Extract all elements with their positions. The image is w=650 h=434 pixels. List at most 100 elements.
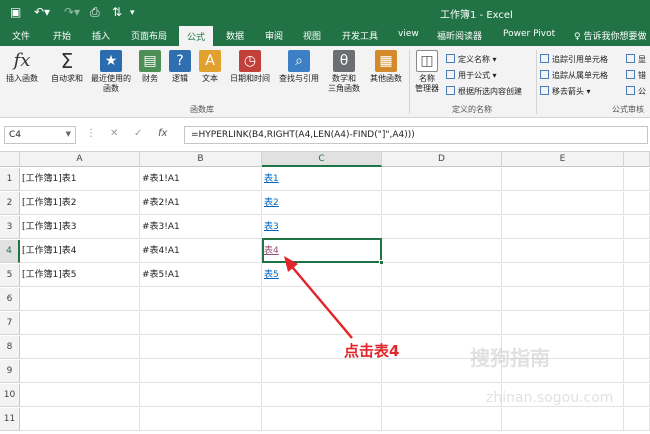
row-header[interactable]: 3 [0, 216, 20, 239]
logical-button[interactable]: ? 逻辑 [168, 50, 192, 84]
chevron-down-icon[interactable]: ▼ [66, 130, 71, 138]
cell-d[interactable] [382, 288, 502, 311]
cell-e[interactable] [502, 240, 624, 263]
cell-f[interactable] [624, 216, 650, 239]
tab-developer[interactable]: 开发工具 [342, 29, 378, 42]
row-header[interactable]: 1 [0, 168, 20, 191]
cell-b[interactable]: #表3!A1 [140, 216, 262, 239]
cell-e[interactable] [502, 168, 624, 191]
row-header[interactable]: 4 [0, 240, 20, 263]
cell-d[interactable] [382, 192, 502, 215]
cell-d[interactable] [382, 240, 502, 263]
cell-a[interactable] [20, 360, 140, 383]
cell-b[interactable] [140, 288, 262, 311]
show-formulas-button[interactable]: 显 [626, 54, 646, 65]
cell-e[interactable] [502, 216, 624, 239]
column-header-c[interactable]: C [262, 152, 382, 167]
cell-f[interactable] [624, 168, 650, 191]
datetime-button[interactable]: ◷ 日期和时间 [226, 50, 274, 84]
tab-view-en[interactable]: view [398, 29, 419, 39]
cell-d[interactable] [382, 264, 502, 287]
sort-icon[interactable]: ⇅ [112, 5, 122, 19]
use-in-formula-button[interactable]: 用于公式 ▾ [446, 70, 497, 81]
row-header[interactable]: 6 [0, 288, 20, 311]
cell-e[interactable] [502, 312, 624, 335]
cell-a[interactable]: [工作簿1]表3 [20, 216, 140, 239]
row-header[interactable]: 7 [0, 312, 20, 335]
cell-b[interactable]: #表2!A1 [140, 192, 262, 215]
recent-functions-button[interactable]: ★ 最近使用的 函数 [88, 50, 134, 94]
cell-a[interactable]: [工作簿1]表4 [20, 240, 140, 263]
cell-b[interactable]: #表5!A1 [140, 264, 262, 287]
cell-b[interactable]: #表4!A1 [140, 240, 262, 263]
cell-a[interactable] [20, 336, 140, 359]
tab-view[interactable]: 视图 [303, 29, 321, 42]
column-header-d[interactable]: D [382, 152, 502, 167]
cell-c[interactable]: 表1 [262, 168, 382, 191]
cell-a[interactable] [20, 288, 140, 311]
cell-a[interactable] [20, 312, 140, 335]
cell-c[interactable] [262, 384, 382, 407]
cell-f[interactable] [624, 336, 650, 359]
name-box[interactable]: C4 ▼ [4, 126, 76, 144]
redo-icon[interactable]: ↷▾ [64, 5, 80, 19]
trace-precedents-button[interactable]: 追踪引用单元格 [540, 54, 608, 65]
evaluate-formula-button[interactable]: 公 [626, 86, 646, 97]
cell-b[interactable] [140, 408, 262, 431]
cell-e[interactable] [502, 288, 624, 311]
row-header[interactable]: 9 [0, 360, 20, 383]
tab-review[interactable]: 审阅 [265, 29, 283, 42]
cell-d[interactable] [382, 408, 502, 431]
cell-a[interactable] [20, 408, 140, 431]
cell-f[interactable] [624, 264, 650, 287]
cancel-icon[interactable]: ✕ [110, 128, 118, 139]
remove-arrows-button[interactable]: 移去箭头 ▾ [540, 86, 591, 97]
cell-d[interactable] [382, 216, 502, 239]
cell-e[interactable] [502, 264, 624, 287]
hyperlink[interactable]: 表3 [264, 222, 279, 232]
tab-file[interactable]: 文件 [12, 29, 30, 42]
math-trig-button[interactable]: θ 数学和 三角函数 [326, 50, 362, 94]
cell-f[interactable] [624, 384, 650, 407]
cell-b[interactable]: #表1!A1 [140, 168, 262, 191]
cell-c[interactable]: 表3 [262, 216, 382, 239]
column-header-a[interactable]: A [20, 152, 140, 167]
lookup-button[interactable]: ⌕ 查找与引用 [276, 50, 322, 84]
cell-f[interactable] [624, 192, 650, 215]
row-header[interactable]: 2 [0, 192, 20, 215]
tab-home[interactable]: 开始 [53, 29, 71, 42]
autosum-button[interactable]: Σ 自动求和 [48, 50, 86, 84]
row-header[interactable]: 8 [0, 336, 20, 359]
cell-a[interactable]: [工作簿1]表5 [20, 264, 140, 287]
cell-c[interactable]: 表2 [262, 192, 382, 215]
cell-c[interactable] [262, 408, 382, 431]
cell-f[interactable] [624, 360, 650, 383]
tab-power-pivot[interactable]: Power Pivot [503, 29, 555, 39]
tab-insert[interactable]: 插入 [92, 29, 110, 42]
column-header-f[interactable] [624, 152, 650, 167]
insert-function-button[interactable]: fx 插入函数 [4, 50, 40, 84]
undo-icon[interactable]: ↶▾ [34, 5, 50, 19]
trace-dependents-button[interactable]: 追踪从属单元格 [540, 70, 608, 81]
cell-f[interactable] [624, 312, 650, 335]
define-name-button[interactable]: 定义名称 ▾ [446, 54, 497, 65]
financial-button[interactable]: ▤ 财务 [138, 50, 162, 84]
cell-b[interactable] [140, 336, 262, 359]
select-all-corner[interactable] [0, 152, 20, 167]
cell-b[interactable] [140, 312, 262, 335]
save-icon[interactable]: ▣ [10, 5, 21, 19]
hyperlink[interactable]: 表2 [264, 198, 279, 208]
cell-b[interactable] [140, 360, 262, 383]
cell-b[interactable] [140, 384, 262, 407]
print-preview-icon[interactable]: ⎙ [90, 5, 100, 20]
tab-foxit[interactable]: 福昕阅读器 [437, 29, 482, 42]
row-header[interactable]: 11 [0, 408, 20, 431]
cell-e[interactable] [502, 408, 624, 431]
tab-page-layout[interactable]: 页面布局 [131, 29, 167, 42]
cell-a[interactable] [20, 384, 140, 407]
tab-data[interactable]: 数据 [226, 29, 244, 42]
tell-me-box[interactable]: ♀ 告诉我你想要做 [574, 29, 646, 42]
cell-d[interactable] [382, 384, 502, 407]
row-header[interactable]: 10 [0, 384, 20, 407]
tab-formulas[interactable]: 公式 [179, 26, 214, 46]
